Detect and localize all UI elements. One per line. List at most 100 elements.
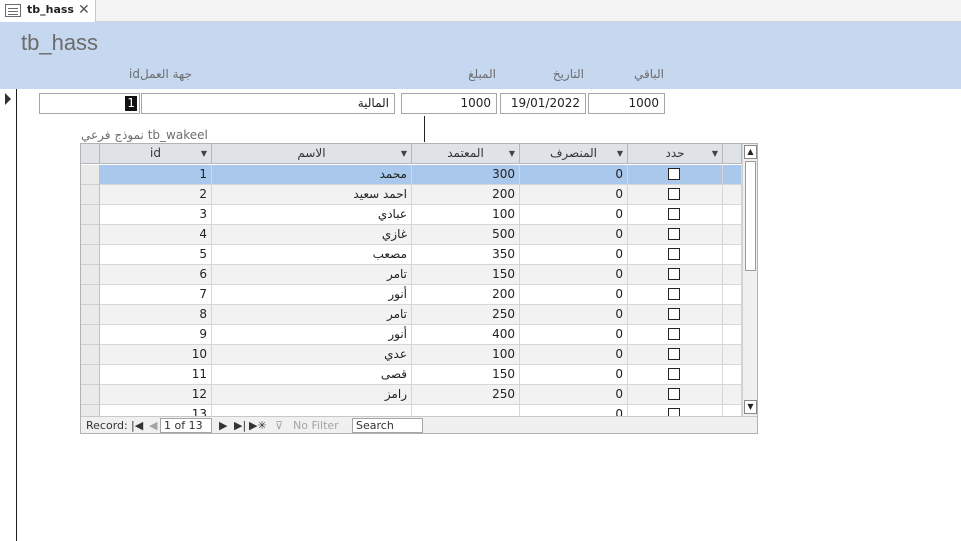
table-row[interactable]: 11 قصى 150 0 [81,365,742,385]
scroll-down-arrow-icon[interactable]: ▼ [744,400,757,414]
cell-id[interactable]: 10 [100,345,212,365]
dropdown-arrow-icon[interactable]: ▼ [712,144,718,163]
last-record-icon[interactable]: ▶| [234,419,246,432]
select-checkbox[interactable] [668,368,680,380]
row-selector[interactable] [81,265,100,285]
table-row[interactable]: 8 تامر 250 0 [81,305,742,325]
table-row[interactable]: 6 تامر 150 0 [81,265,742,285]
cell-spent[interactable]: 0 [520,285,628,305]
table-row[interactable]: 3 عبادي 100 0 [81,205,742,225]
cell-name[interactable]: غازي [212,225,412,245]
remaining-field[interactable]: 1000 [588,93,665,114]
work-entity-field[interactable]: المالية [141,93,395,114]
date-field[interactable]: 19/01/2022 [500,93,586,114]
row-selector[interactable] [81,285,100,305]
select-checkbox[interactable] [668,348,680,360]
current-record-field[interactable]: 1 of 13 [160,418,212,433]
row-selector[interactable] [81,365,100,385]
cell-name[interactable]: أنور [212,325,412,345]
row-selector[interactable] [81,325,100,345]
select-checkbox[interactable] [668,288,680,300]
row-selector[interactable] [81,225,100,245]
row-selector[interactable] [81,245,100,265]
dropdown-arrow-icon[interactable]: ▼ [401,144,407,163]
document-tab[interactable]: tb_hass ✕ [0,0,96,22]
cell-spent[interactable]: 0 [520,325,628,345]
cell-approved[interactable]: 150 [412,265,520,285]
vertical-scrollbar[interactable]: ▲ ▼ [742,144,757,416]
table-row[interactable]: 9 أنور 400 0 [81,325,742,345]
select-checkbox[interactable] [668,208,680,220]
id-field[interactable]: 1 [39,93,140,114]
cell-id[interactable]: 2 [100,185,212,205]
scroll-up-arrow-icon[interactable]: ▲ [744,145,757,159]
cell-approved[interactable]: 250 [412,385,520,405]
cell-approved[interactable]: 300 [412,165,520,185]
dropdown-arrow-icon[interactable]: ▼ [201,144,207,163]
row-selector[interactable] [81,345,100,365]
column-header-id[interactable]: id ▼ [100,144,212,164]
cell-id[interactable]: 4 [100,225,212,245]
dropdown-arrow-icon[interactable]: ▼ [617,144,623,163]
row-selector[interactable] [81,205,100,225]
table-row[interactable]: 12 رامز 250 0 [81,385,742,405]
cell-name[interactable]: أنور [212,285,412,305]
next-record-icon[interactable]: ▶ [219,419,227,432]
column-header-select[interactable]: حدد ▼ [628,144,723,164]
table-row[interactable]: 5 مصعب 350 0 [81,245,742,265]
close-icon[interactable]: ✕ [78,2,90,18]
column-header-spent[interactable]: المنصرف ▼ [520,144,628,164]
cell-spent[interactable]: 0 [520,165,628,185]
cell-name[interactable]: تامر [212,305,412,325]
cell-spent[interactable]: 0 [520,185,628,205]
cell-name[interactable]: محمد [212,165,412,185]
cell-id[interactable]: 1 [100,165,212,185]
cell-spent[interactable]: 0 [520,305,628,325]
no-filter-label[interactable]: No Filter [293,419,339,432]
cell-name[interactable]: مصعب [212,245,412,265]
cell-name[interactable]: قصى [212,365,412,385]
select-checkbox[interactable] [668,188,680,200]
table-row[interactable]: 10 عدي 100 0 [81,345,742,365]
new-record-icon[interactable]: ▶✳ [249,419,267,432]
table-row[interactable]: 1 محمد 300 0 [81,165,742,185]
cell-name[interactable]: عبادي [212,205,412,225]
cell-id[interactable]: 7 [100,285,212,305]
amount-field[interactable]: 1000 [401,93,497,114]
row-selector[interactable] [81,185,100,205]
column-header-approved[interactable]: المعتمد ▼ [412,144,520,164]
scroll-thumb[interactable] [745,161,756,271]
record-selector[interactable] [0,89,17,541]
cell-id[interactable]: 9 [100,325,212,345]
cell-id[interactable]: 5 [100,245,212,265]
select-checkbox[interactable] [668,328,680,340]
select-checkbox[interactable] [668,308,680,320]
column-header-name[interactable]: الاسم ▼ [212,144,412,164]
first-record-icon[interactable]: |◀ [131,419,143,432]
cell-id[interactable]: 12 [100,385,212,405]
cell-spent[interactable]: 0 [520,345,628,365]
cell-approved[interactable]: 100 [412,345,520,365]
cell-name[interactable]: تامر [212,265,412,285]
select-checkbox[interactable] [668,388,680,400]
select-checkbox[interactable] [668,248,680,260]
table-row[interactable]: 2 احمد سعيد 200 0 [81,185,742,205]
cell-name[interactable]: رامز [212,385,412,405]
cell-name[interactable]: عدي [212,345,412,365]
cell-approved[interactable]: 500 [412,225,520,245]
cell-id[interactable]: 11 [100,365,212,385]
row-selector[interactable] [81,305,100,325]
cell-spent[interactable]: 0 [520,205,628,225]
row-selector[interactable] [81,385,100,405]
table-row[interactable]: 4 غازي 500 0 [81,225,742,245]
cell-approved[interactable]: 100 [412,205,520,225]
cell-id[interactable]: 8 [100,305,212,325]
cell-approved[interactable]: 350 [412,245,520,265]
cell-approved[interactable]: 200 [412,285,520,305]
cell-spent[interactable]: 0 [520,365,628,385]
cell-approved[interactable]: 400 [412,325,520,345]
select-checkbox[interactable] [668,168,680,180]
cell-spent[interactable]: 0 [520,265,628,285]
previous-record-icon[interactable]: ◀ [149,419,157,432]
search-input[interactable]: Search [352,418,423,433]
